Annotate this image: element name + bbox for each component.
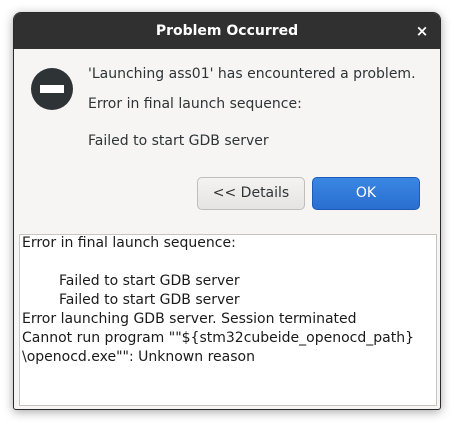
dialog-titlebar: Problem Occurred × <box>14 13 440 49</box>
details-line: Cannot run program ""${stm32cubeide_open… <box>22 330 414 346</box>
details-line: Error in final launch sequence: <box>22 235 236 251</box>
details-line: Failed to start GDB server <box>59 273 240 289</box>
details-text-area[interactable]: Error in final launch sequence: Failed t… <box>19 234 437 406</box>
error-detail: Failed to start GDB server <box>88 133 269 149</box>
error-reason: Error in final launch sequence: <box>88 96 302 112</box>
error-icon-bar <box>40 85 64 93</box>
ok-button[interactable]: OK <box>312 177 420 210</box>
details-line: \openocd.exe"": Unknown reason <box>22 349 255 365</box>
close-button[interactable]: × <box>410 19 434 43</box>
details-line: Error launching GDB server. Session term… <box>22 311 357 327</box>
error-stop-icon <box>31 68 73 110</box>
details-line: Failed to start GDB server <box>59 292 240 308</box>
problem-dialog: Problem Occurred × 'Launching ass01' has… <box>13 12 441 410</box>
dialog-title: Problem Occurred <box>155 23 299 39</box>
error-headline: 'Launching ass01' has encountered a prob… <box>88 66 416 82</box>
details-button[interactable]: << Details <box>197 177 305 210</box>
